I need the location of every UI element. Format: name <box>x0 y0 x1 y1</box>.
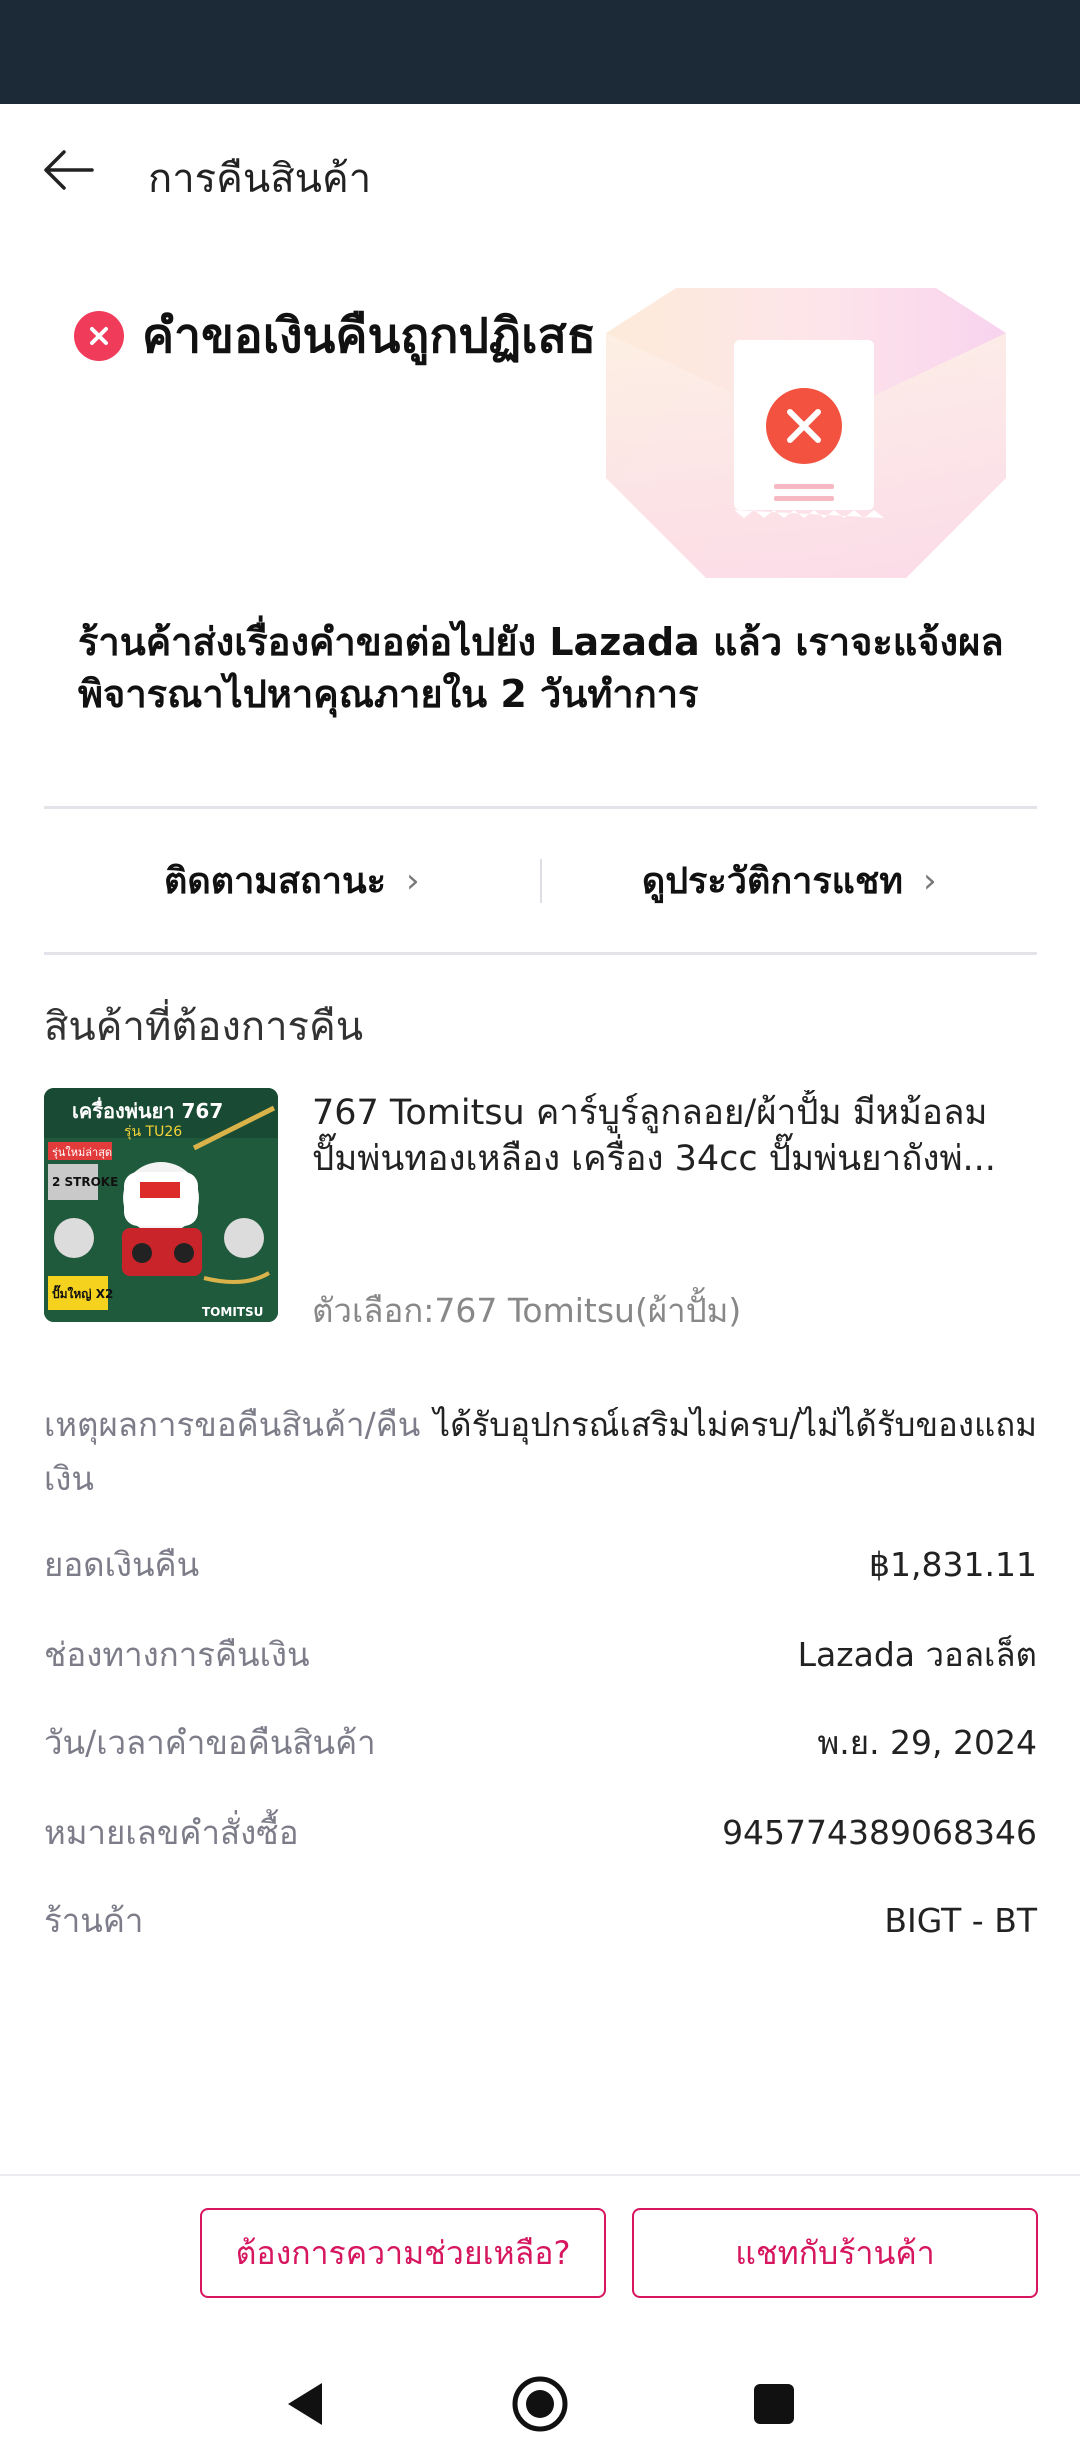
nav-home-button[interactable] <box>500 2364 580 2444</box>
detail-row-request-date: วัน/เวลาคำขอคืนสินค้า พ.ย. 29, 2024 <box>44 1716 1037 1770</box>
divider <box>44 952 1037 955</box>
page-title: การคืนสินค้า <box>148 156 372 202</box>
nav-back-button[interactable] <box>264 2364 344 2444</box>
chat-history-label: ดูประวัติการแชท <box>641 861 904 902</box>
thumb-model: รุ่น TU26 <box>124 1124 182 1140</box>
detail-row-refund-method: ช่องทางการคืนเงิน Lazada วอลเล็ต <box>44 1628 1037 1682</box>
chat-history-link[interactable]: ดูประวัติการแชท › <box>542 852 1038 909</box>
circle-home-icon <box>512 2376 568 2432</box>
detail-value: 945774389068346 <box>722 1813 1037 1852</box>
detail-row-shop: ร้านค้า BIGT - BT <box>44 1894 1037 1948</box>
chat-seller-button[interactable]: แชทกับร้านค้า <box>632 2208 1038 2298</box>
thumb-badge-pump: ปั๊มใหญ่ X2 <box>52 1284 113 1301</box>
track-status-link[interactable]: ติดตามสถานะ › <box>44 852 540 909</box>
chevron-right-icon: › <box>405 860 420 901</box>
page: การคืนสินค้า คำขอเงินคืนถูกปฏิเสธ ร้านค้… <box>0 0 1080 2460</box>
thumb-badge-top: รุ่นใหม่ล่าสุด <box>52 1146 112 1159</box>
detail-label: วัน/เวลาคำขอคืนสินค้า <box>44 1723 376 1762</box>
back-button[interactable] <box>36 140 100 200</box>
system-navigation-bar <box>0 2340 1080 2460</box>
detail-label: หมายเลขคำสั่งซื้อ <box>44 1813 299 1852</box>
system-status-bar <box>0 0 1080 104</box>
chevron-right-icon: › <box>923 860 937 901</box>
status-title: คำขอเงินคืนถูกปฏิเสธ <box>142 308 597 364</box>
app-header: การคืนสินค้า <box>0 104 1080 236</box>
detail-value: ฿1,831.11 <box>869 1545 1037 1584</box>
product-name: 767 Tomitsu คาร์บูร์ลูกลอย/ผ้าปั้ม มีหม้… <box>312 1093 996 1179</box>
track-status-label: ติดตามสถานะ <box>163 861 386 902</box>
bottom-bar-divider <box>0 2174 1080 2176</box>
detail-label: ยอดเงินคืน <box>44 1545 200 1584</box>
triangle-back-icon <box>288 2383 322 2425</box>
rejected-envelope-illustration <box>606 288 1006 578</box>
detail-label: เหตุผลการขอคืนสินค้า/คืนเงิน <box>44 1405 421 1498</box>
detail-value: Lazada วอลเล็ต <box>797 1635 1037 1674</box>
product-option: ตัวเลือก:767 Tomitsu(ผ้าปั้ม) <box>312 1291 742 1330</box>
detail-value: BIGT - BT <box>884 1901 1037 1940</box>
product-image: เครื่องพ่นยา 767 รุ่น TU26 รุ่นใหม่ล่าสุ… <box>44 1088 278 1322</box>
action-row: ติดตามสถานะ › ดูประวัติการแชท › <box>44 809 1037 952</box>
status-description: ร้านค้าส่งเรื่องคำขอต่อไปยัง Lazada แล้ว… <box>78 620 1004 716</box>
detail-row-order-number: หมายเลขคำสั่งซื้อ 945774389068346 <box>44 1806 1037 1860</box>
detail-value: พ.ย. 29, 2024 <box>817 1723 1037 1762</box>
detail-label: ช่องทางการคืนเงิน <box>44 1635 310 1674</box>
return-product-item[interactable]: เครื่องพ่นยา 767 รุ่น TU26 รุ่นใหม่ล่าสุ… <box>44 1088 1037 1330</box>
thumb-headline: เครื่องพ่นยา 767 <box>72 1096 223 1123</box>
detail-value: ได้รับอุปกรณ์เสริมไม่ครบ/ไม่ได้รับของแถม <box>433 1405 1037 1444</box>
detail-row-refund-amount: ยอดเงินคืน ฿1,831.11 <box>44 1538 1037 1592</box>
section-title: สินค้าที่ต้องการคืน <box>44 1004 364 1050</box>
nav-recents-button[interactable] <box>734 2364 814 2444</box>
detail-label: ร้านค้า <box>44 1901 144 1940</box>
square-recents-icon <box>754 2384 794 2424</box>
thumb-brand: TOMITSU <box>202 1305 263 1319</box>
arrow-left-icon <box>44 150 94 190</box>
refund-status: คำขอเงินคืนถูกปฏิเสธ <box>74 298 596 374</box>
thumb-badge-strokes: 2 STROKE <box>52 1175 118 1189</box>
rejected-icon <box>74 311 124 361</box>
detail-row-reason: เหตุผลการขอคืนสินค้า/คืนเงิน ได้รับอุปกร… <box>44 1398 1037 1506</box>
help-button[interactable]: ต้องการความช่วยเหลือ? <box>200 2208 606 2298</box>
